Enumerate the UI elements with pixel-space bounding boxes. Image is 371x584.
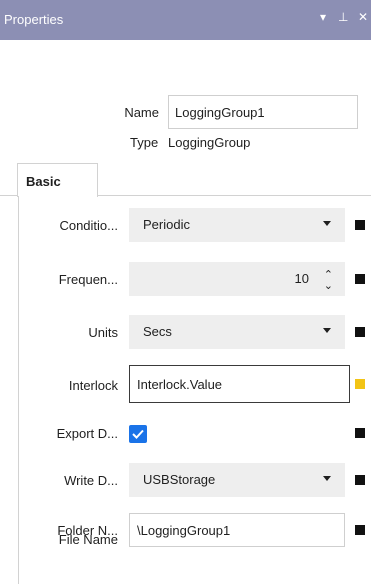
condition-combobox[interactable]: Periodic	[129, 208, 345, 242]
export-checkbox[interactable]	[129, 425, 147, 443]
frequency-label: Frequen...	[58, 272, 118, 287]
chevron-down-icon[interactable]: ▾	[320, 10, 326, 24]
properties-titlebar: Properties ▾ ⊥ ✕	[0, 0, 371, 40]
write-combobox[interactable]: USBStorage	[129, 463, 345, 497]
interlock-input[interactable]	[129, 365, 350, 403]
type-label: Type	[130, 135, 159, 150]
filename-label: File Name	[58, 532, 118, 547]
dropdown-arrow-icon[interactable]	[323, 221, 331, 226]
units-label: Units	[88, 325, 118, 340]
name-label: Name	[124, 105, 159, 120]
units-indicator[interactable]	[355, 327, 365, 337]
interlock-indicator[interactable]	[355, 379, 365, 389]
condition-label: Conditio...	[59, 218, 118, 233]
dropdown-arrow-icon[interactable]	[323, 476, 331, 481]
condition-indicator[interactable]	[355, 220, 365, 230]
type-value: LoggingGroup	[168, 135, 251, 150]
frequency-spinner[interactable]: 10 ⌃ ⌄	[129, 262, 345, 296]
write-value: USBStorage	[143, 472, 216, 487]
panel-border	[18, 196, 19, 584]
tab-basic-label: Basic	[26, 174, 61, 189]
condition-value: Periodic	[143, 217, 190, 232]
write-label: Write D...	[64, 473, 118, 488]
frequency-indicator[interactable]	[355, 274, 365, 284]
pin-icon[interactable]: ⊥	[338, 10, 348, 24]
export-indicator[interactable]	[355, 428, 365, 438]
units-combobox[interactable]: Secs	[129, 315, 345, 349]
dropdown-arrow-icon[interactable]	[323, 328, 331, 333]
write-indicator[interactable]	[355, 475, 365, 485]
units-value: Secs	[143, 324, 172, 339]
interlock-label: Interlock	[68, 378, 118, 393]
folder-indicator[interactable]	[355, 525, 365, 535]
properties-content: Name Type LoggingGroup Basic Conditio...…	[0, 40, 371, 584]
tab-basic[interactable]: Basic	[17, 163, 98, 197]
name-input[interactable]	[168, 95, 358, 129]
close-icon[interactable]: ✕	[358, 10, 368, 24]
export-label: Export D...	[56, 426, 118, 441]
folder-input[interactable]	[129, 513, 345, 547]
frequency-value: 10	[294, 271, 309, 286]
panel-title: Properties	[4, 12, 64, 27]
spin-down-icon[interactable]: ⌄	[324, 279, 333, 292]
